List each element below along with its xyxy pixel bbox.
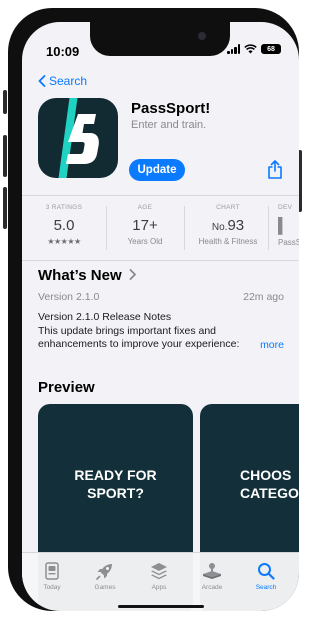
stat-divider xyxy=(184,206,185,250)
tab-apps[interactable]: Apps xyxy=(137,561,181,591)
side-button-volume-down xyxy=(3,187,7,229)
chevron-left-icon xyxy=(38,75,46,87)
caption-line: SPORT? xyxy=(87,485,144,501)
back-button[interactable]: Search xyxy=(38,74,87,88)
tab-arcade[interactable]: Arcade xyxy=(190,561,234,591)
stat-ratings: 3 RATINGS 5.0 ★★★★★ xyxy=(36,204,92,246)
developer-icon: ▍ xyxy=(278,218,290,235)
chart-rank-number: 93 xyxy=(227,217,245,234)
camera xyxy=(198,32,206,40)
tab-label: Search xyxy=(255,584,277,591)
caption-line: CATEGO xyxy=(240,485,299,501)
side-button-volume-up xyxy=(3,135,7,177)
dynamic-notch xyxy=(90,22,230,56)
stat-age-label: AGE xyxy=(137,204,153,211)
stack-icon xyxy=(151,563,167,580)
caption-line: READY FOR xyxy=(74,467,157,483)
rocket-icon xyxy=(96,564,112,580)
release-notes: Version 2.1.0 Release Notes This update … xyxy=(38,311,278,352)
tab-search[interactable]: Search xyxy=(244,561,288,591)
stat-divider xyxy=(106,206,107,250)
release-notes-line: Version 2.1.0 Release Notes xyxy=(38,311,172,323)
stat-chart[interactable]: CHART No.93 Health & Fitness xyxy=(192,204,264,246)
rating-stars: ★★★★★ xyxy=(47,237,81,246)
stat-age: AGE 17+ Years Old xyxy=(120,204,170,246)
screen: 10:09 68 Search PassSport! Enter and tra… xyxy=(22,22,299,611)
release-time: 22m ago xyxy=(243,291,284,303)
more-link[interactable]: more xyxy=(250,339,284,351)
status-icons: 68 xyxy=(227,44,281,54)
stat-age-value: 17+ xyxy=(132,217,158,234)
stat-chart-label: CHART xyxy=(216,204,240,211)
whats-new-title: What’s New xyxy=(38,267,122,284)
stat-chart-sub: Health & Fitness xyxy=(198,237,258,246)
stat-ratings-value: 5.0 xyxy=(53,217,75,234)
preview-heading: Preview xyxy=(38,379,95,396)
stat-ratings-label: 3 RATINGS xyxy=(45,204,83,211)
tab-bar: Today Games Apps Arcade Search xyxy=(22,552,299,611)
search-icon xyxy=(258,563,275,580)
phone-frame: 10:09 68 Search PassSport! Enter and tra… xyxy=(8,8,299,611)
release-notes-line: This update brings important fixes and xyxy=(38,324,217,337)
screenshot-caption: READY FOR SPORT? xyxy=(38,466,193,502)
wifi-icon xyxy=(244,44,257,54)
stats-row: 3 RATINGS 5.0 ★★★★★ AGE 17+ Years Old CH… xyxy=(22,195,299,261)
app-icon xyxy=(38,98,118,178)
release-notes-line: enhancements to improve your experience: xyxy=(38,338,240,350)
battery-icon: 68 xyxy=(261,44,281,54)
chart-rank-prefix: No. xyxy=(211,222,228,233)
screenshot-caption: CHOOS CATEGO xyxy=(200,466,299,502)
tab-label: Apps xyxy=(151,584,167,591)
signal-icon xyxy=(227,44,240,54)
version-label: Version 2.1.0 xyxy=(38,291,100,303)
status-time: 10:09 xyxy=(46,44,80,59)
stat-chart-value: No.93 xyxy=(192,217,264,234)
app-name: PassSport! xyxy=(131,100,211,117)
chevron-right-icon xyxy=(129,269,136,280)
stat-developer[interactable]: DEV ▍ PassS xyxy=(278,204,299,247)
tab-label: Arcade xyxy=(201,584,223,591)
whats-new-heading[interactable]: What’s New xyxy=(38,267,137,284)
today-icon xyxy=(45,562,59,580)
stat-developer-sub: PassS xyxy=(278,238,299,247)
side-button-silent xyxy=(3,90,7,114)
caption-line: CHOOS xyxy=(240,467,292,483)
tab-label: Games xyxy=(94,584,116,591)
home-indicator[interactable] xyxy=(118,605,204,608)
update-button[interactable]: Update xyxy=(129,159,185,181)
back-label: Search xyxy=(49,74,88,88)
joystick-icon xyxy=(203,563,221,579)
app-tagline: Enter and train. xyxy=(131,119,207,131)
stat-divider xyxy=(268,206,269,250)
stat-developer-label: DEV xyxy=(278,204,293,211)
tab-games[interactable]: Games xyxy=(83,561,127,591)
tab-today[interactable]: Today xyxy=(30,561,74,591)
stat-age-sub: Years Old xyxy=(127,237,163,246)
share-icon[interactable] xyxy=(267,159,283,179)
tab-label: Today xyxy=(43,584,61,591)
